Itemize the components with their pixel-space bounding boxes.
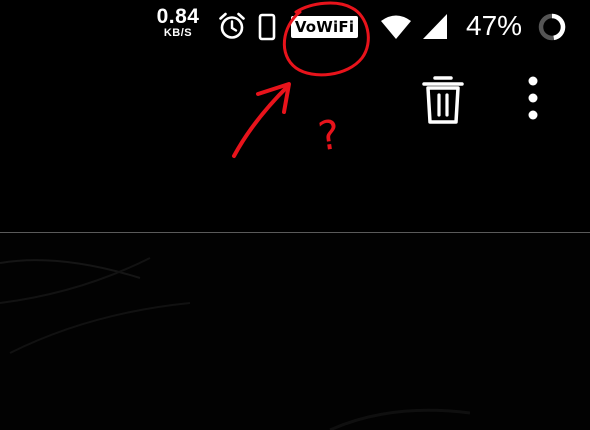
status-bar: 0.84 KB/S VoWiFi 47% [0,0,590,56]
network-speed-value: 0.84 [156,5,200,28]
vowifi-badge: VoWiFi [291,16,358,38]
more-options-button[interactable] [516,74,550,130]
network-speed-unit: KB/S [163,27,193,39]
wifi-icon [381,15,411,39]
battery-ring-icon [538,13,566,41]
background-texture [0,257,471,430]
app-toolbar [0,56,590,232]
network-speed-indicator: 0.84 KB/S [150,6,206,39]
delete-button[interactable] [418,70,468,130]
cell-signal-icon [423,14,447,39]
battery-percentage: 47% [466,10,523,41]
trash-icon [422,76,464,124]
phone-screen: 0.84 KB/S VoWiFi 47% ? [0,0,590,430]
alarm-icon [219,12,245,39]
vibrate-icon [258,13,276,41]
content-area [0,233,590,430]
more-vert-icon [528,76,538,120]
vowifi-label: VoWiFi [294,18,355,36]
